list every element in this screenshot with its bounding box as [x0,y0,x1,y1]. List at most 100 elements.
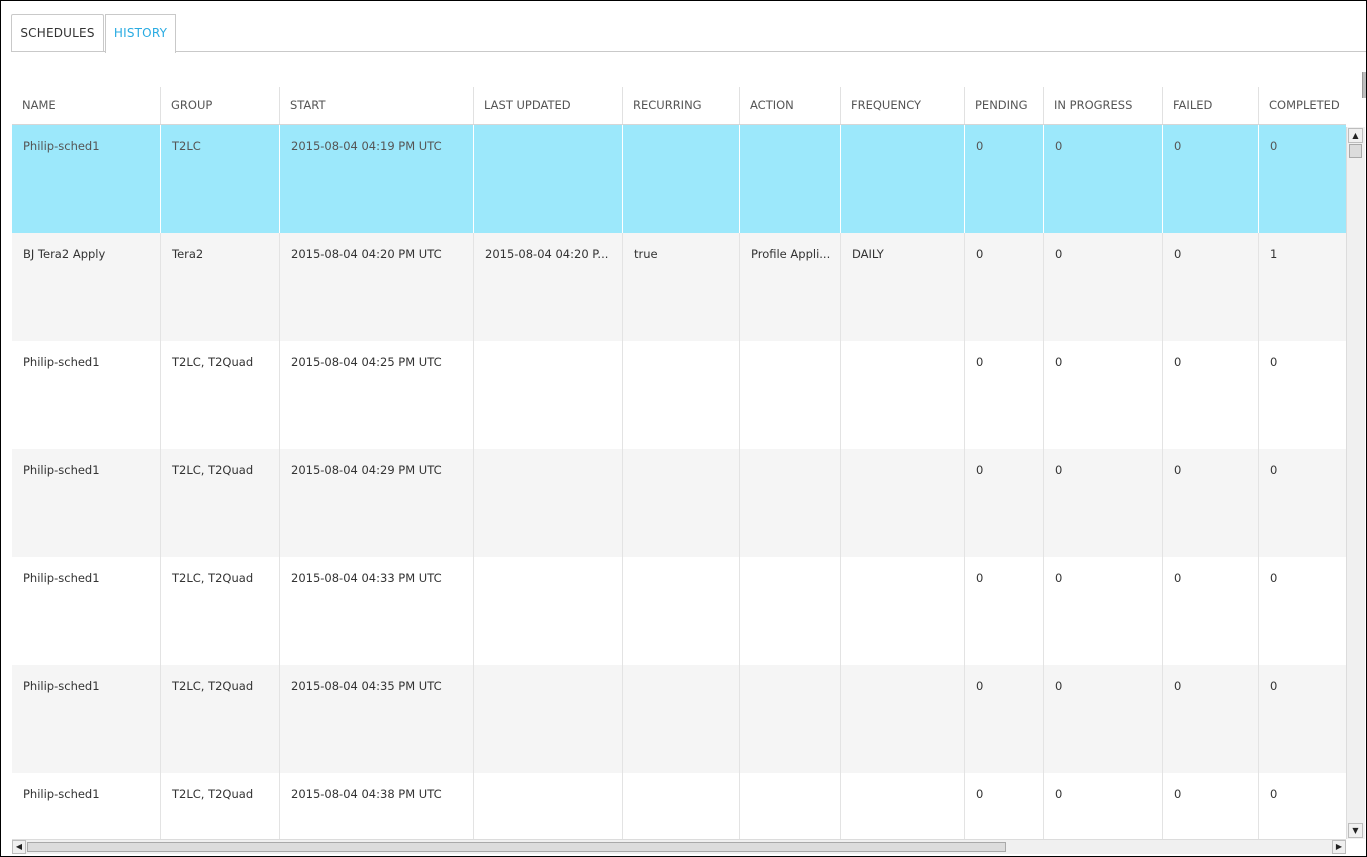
cell-action [740,773,841,839]
cell-start: 2015-08-04 04:35 PM UTC [280,665,474,773]
cell-start: 2015-08-04 04:20 PM UTC [280,233,474,341]
cell-last-updated [474,341,623,449]
cell-in-progress: 0 [1044,125,1163,233]
vertical-scroll-thumb[interactable] [1349,144,1362,158]
cell-recurring [623,557,740,665]
col-header-action[interactable]: ACTION [740,87,841,124]
cell-in-progress: 0 [1044,665,1163,773]
cell-last-updated [474,773,623,839]
cell-start: 2015-08-04 04:33 PM UTC [280,557,474,665]
schedule-window: SCHEDULES HISTORY NAME GROUP START LAST … [0,0,1367,857]
cell-action [740,449,841,557]
col-header-in-progress[interactable]: IN PROGRESS [1044,87,1163,124]
cell-recurring [623,125,740,233]
cell-frequency [841,557,965,665]
cell-frequency [841,449,965,557]
cell-name: Philip-sched1 [12,557,161,665]
tab-bar: SCHEDULES HISTORY [1,1,1366,53]
cell-in-progress: 0 [1044,449,1163,557]
cell-in-progress: 0 [1044,233,1163,341]
cell-in-progress: 0 [1044,557,1163,665]
cell-name: BJ Tera2 Apply [12,233,161,341]
arrow-right-icon[interactable]: ▶ [1332,840,1346,854]
cell-name: Philip-sched1 [12,125,161,233]
cell-recurring: true [623,233,740,341]
cell-pending: 0 [965,773,1044,839]
cell-last-updated: 2015-08-04 04:20 P... [474,233,623,341]
cell-pending: 0 [965,449,1044,557]
cell-frequency [841,341,965,449]
cell-action [740,665,841,773]
table-row[interactable]: Philip-sched1 T2LC, T2Quad 2015-08-04 04:2… [12,449,1346,557]
col-header-last-updated[interactable]: LAST UPDATED [474,87,623,124]
cell-name: Philip-sched1 [12,449,161,557]
table-row[interactable]: Philip-sched1 T2LC, T2Quad 2015-08-04 04:3… [12,557,1346,665]
col-header-pending[interactable]: PENDING [965,87,1044,124]
arrow-up-icon[interactable]: ▲ [1348,128,1363,143]
cell-completed: 0 [1270,787,1278,801]
cell-failed: 0 [1163,233,1259,341]
cell-pending: 0 [965,341,1044,449]
table-row-selected[interactable]: Philip-sched1 T2LC 2015-08-04 04:19 PM UTC… [12,125,1346,233]
cell-last-updated [474,557,623,665]
cell-failed: 0 [1163,449,1259,557]
cell-completed: 1 [1270,247,1278,261]
cell-in-progress: 0 [1044,773,1163,839]
cell-group: T2LC, T2Quad [161,665,280,773]
vertical-scrollbar[interactable]: ▲ ▼ [1346,127,1365,839]
cell-pending: 0 [965,665,1044,773]
cell-failed: 0 [1163,125,1259,233]
cell-completed: 0 [1270,463,1278,477]
col-header-group[interactable]: GROUP [161,87,280,124]
cell-failed: 0 [1163,341,1259,449]
col-header-completed[interactable]: COMPLETED [1259,87,1346,124]
col-header-frequency[interactable]: FREQUENCY [841,87,965,124]
cell-group: T2LC, T2Quad [161,557,280,665]
cell-group: T2LC, T2Quad [161,773,280,839]
cell-completed: 0 [1270,139,1278,153]
horizontal-scrollbar[interactable]: ◀ ▶ [12,839,1346,854]
cell-action [740,557,841,665]
cell-in-progress: 0 [1044,341,1163,449]
cell-frequency [841,665,965,773]
cell-last-updated [474,665,623,773]
tab-schedules[interactable]: SCHEDULES [11,14,104,51]
cell-completed: 0 [1270,355,1278,369]
cell-recurring [623,341,740,449]
cell-start: 2015-08-04 04:25 PM UTC [280,341,474,449]
cell-action [740,341,841,449]
col-header-name[interactable]: NAME [12,87,161,124]
cell-frequency [841,125,965,233]
cell-failed: 0 [1163,665,1259,773]
table-row[interactable]: BJ Tera2 Apply Tera2 2015-08-04 04:20 PM U… [12,233,1346,341]
tab-divider [11,51,1366,52]
cell-pending: 0 [965,557,1044,665]
cell-group: T2LC, T2Quad [161,341,280,449]
cell-recurring [623,665,740,773]
cell-start: 2015-08-04 04:38 PM UTC [280,773,474,839]
col-header-start[interactable]: START [280,87,474,124]
cell-failed: 0 [1163,773,1259,839]
cell-group: Tera2 [161,233,280,341]
grid-body: Philip-sched1 T2LC 2015-08-04 04:19 PM UTC… [12,125,1346,839]
table-row[interactable]: Philip-sched1 T2LC, T2Quad 2015-08-04 04:2… [12,341,1346,449]
col-header-recurring[interactable]: RECURRING [623,87,740,124]
cell-group: T2LC [161,125,280,233]
arrow-left-icon[interactable]: ◀ [12,840,26,854]
table-row[interactable]: Philip-sched1 T2LC, T2Quad 2015-08-04 04:3… [12,665,1346,773]
col-header-failed[interactable]: FAILED [1163,87,1259,124]
arrow-down-icon[interactable]: ▼ [1348,823,1363,838]
tab-history[interactable]: HISTORY [105,14,176,53]
cell-pending: 0 [965,233,1044,341]
cell-name: Philip-sched1 [12,341,161,449]
cell-frequency [841,773,965,839]
cell-recurring [623,773,740,839]
cell-recurring [623,449,740,557]
cell-name: Philip-sched1 [12,665,161,773]
table-row[interactable]: Philip-sched1 T2LC, T2Quad 2015-08-04 04:3… [12,773,1346,839]
cell-start: 2015-08-04 04:29 PM UTC [280,449,474,557]
horizontal-scroll-thumb[interactable] [27,842,1006,852]
cell-failed: 0 [1163,557,1259,665]
history-grid: NAME GROUP START LAST UPDATED RECURRING … [12,87,1365,854]
cell-group: T2LC, T2Quad [161,449,280,557]
